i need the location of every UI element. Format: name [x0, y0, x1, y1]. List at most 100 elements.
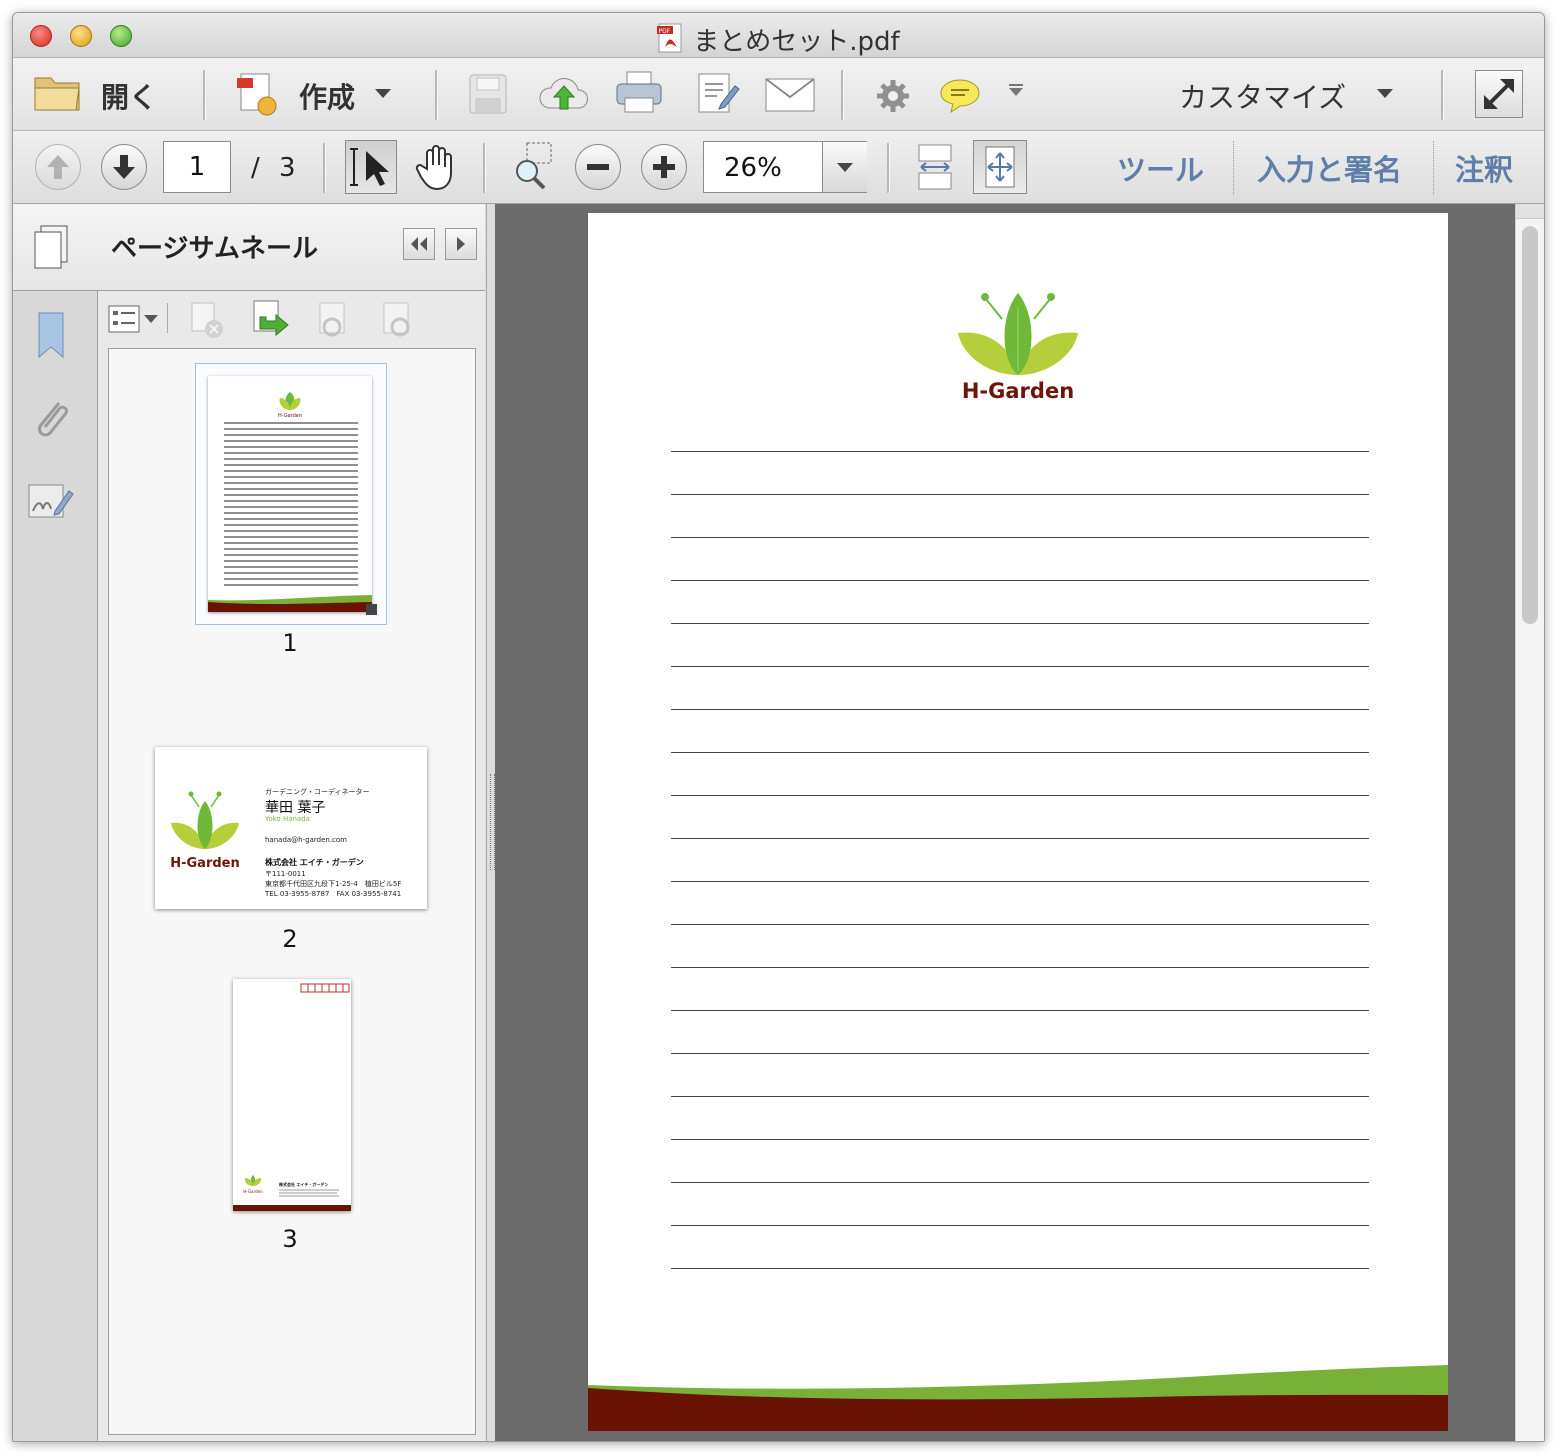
toolbar-separator: [435, 70, 438, 120]
comment-pane-button[interactable]: 注釈: [1455, 147, 1513, 189]
cloud-upload-icon[interactable]: [537, 72, 591, 120]
page-thumbnails-icon[interactable]: [33, 224, 73, 276]
writing-line: [671, 1139, 1369, 1140]
logo-text: H-Garden: [961, 379, 1075, 403]
attachment-icon[interactable]: [29, 395, 73, 447]
zoom-in-button[interactable]: [641, 144, 687, 190]
customize-button[interactable]: カスタマイズ: [1179, 76, 1346, 116]
document-page: H-Garden: [588, 213, 1448, 1431]
zoom-value: 26%: [724, 153, 782, 183]
writing-line: [671, 924, 1369, 925]
plus-icon: [653, 156, 675, 178]
svg-text:PDF: PDF: [659, 28, 671, 35]
writing-line: [671, 1268, 1369, 1269]
thumbnail-1-preview: H-Garden: [208, 392, 372, 612]
fill-sign-pane-button[interactable]: 入力と署名: [1257, 147, 1402, 189]
toolbar-more-arrow-icon[interactable]: [1009, 88, 1023, 96]
scrollbar-thumb[interactable]: [1522, 226, 1538, 624]
rotate-right-icon[interactable]: [378, 301, 418, 343]
svg-text:H-Garden: H-Garden: [278, 413, 302, 419]
create-dropdown-arrow-icon[interactable]: [375, 89, 391, 98]
writing-line: [671, 494, 1369, 495]
minus-icon: [587, 164, 609, 170]
marquee-zoom-icon[interactable]: [509, 141, 557, 193]
page-number-input[interactable]: 1: [163, 141, 231, 193]
writing-line: [671, 580, 1369, 581]
fullscreen-button[interactable]: [1475, 70, 1523, 118]
fit-page-button[interactable]: [973, 140, 1027, 194]
zoom-out-button[interactable]: [575, 144, 621, 190]
main-toolbar: 開く 作成 カスタマイズ: [13, 58, 1544, 131]
document-viewer: H-Garden: [495, 204, 1515, 1441]
double-chevron-left-icon: [411, 237, 427, 251]
fit-page-icon: [985, 146, 1015, 188]
card-email: hanada@h-garden.com: [265, 836, 347, 844]
page-separator: /: [251, 153, 260, 183]
create-button[interactable]: 作成: [299, 76, 355, 116]
writing-line: [671, 537, 1369, 538]
thumbnails-panel: H-Garden 1 H-Garden ガーデニング・コーディネーター 華田 葉…: [98, 291, 485, 1441]
delete-page-icon[interactable]: [188, 301, 228, 343]
expand-panel-button[interactable]: [445, 228, 477, 260]
edit-pdf-icon[interactable]: [695, 70, 741, 120]
save-icon[interactable]: [469, 74, 507, 118]
writing-line: [671, 795, 1369, 796]
vertical-scrollbar[interactable]: [1515, 204, 1544, 1441]
zoom-dropdown-button[interactable]: [822, 142, 867, 192]
thumbnail-page-3[interactable]: H-Garden 株式会社 エイチ・ガーデン: [233, 979, 351, 1211]
arrow-up-icon: [47, 155, 69, 179]
mail-icon[interactable]: [765, 78, 815, 116]
toolbar-more-bar: [1009, 84, 1023, 86]
toolbar-separator: [841, 70, 844, 120]
toolbar-separator: [323, 143, 326, 193]
writing-line: [671, 451, 1369, 452]
window-title: まとめセット.pdf: [693, 27, 900, 57]
toolbar-separator: [203, 70, 206, 120]
thumbnail-label-2: 2: [282, 925, 298, 953]
card-phone: TEL 03-3955-8787 FAX 03-3955-8741: [265, 890, 402, 898]
thumbnail-resize-handle[interactable]: [366, 604, 377, 615]
insert-page-icon[interactable]: [250, 299, 292, 343]
writing-line: [671, 1053, 1369, 1054]
create-pdf-icon[interactable]: [235, 72, 281, 122]
open-folder-icon[interactable]: [33, 72, 83, 116]
collapse-panel-button[interactable]: [403, 228, 435, 260]
thumbnail-page-2[interactable]: H-Garden ガーデニング・コーディネーター 華田 葉子 Yoko Hana…: [155, 747, 427, 909]
app-window: PDF まとめセット.pdf 開く 作成 カスタマイズ 1 / 3 26% ツー…: [12, 12, 1545, 1442]
comment-bubble-icon[interactable]: [939, 78, 981, 118]
panel-toolbar-separator: [167, 303, 168, 333]
toolbar-separator: [887, 143, 890, 193]
toolbar-separator: [1441, 70, 1444, 120]
open-button[interactable]: 開く: [101, 76, 157, 116]
select-tool-button[interactable]: [345, 140, 397, 194]
fit-width-icon[interactable]: [915, 143, 955, 195]
hand-tool-icon[interactable]: [415, 143, 459, 195]
customize-dropdown-arrow-icon[interactable]: [1377, 89, 1393, 98]
toolbar-separator: [483, 143, 486, 193]
print-icon[interactable]: [615, 70, 663, 120]
card-job-title: ガーデニング・コーディネーター: [265, 788, 370, 796]
thumbnail-page-1[interactable]: H-Garden: [195, 363, 387, 625]
tools-pane-button[interactable]: ツール: [1117, 147, 1204, 189]
gear-icon[interactable]: [875, 78, 911, 118]
zoom-select[interactable]: 26%: [703, 141, 867, 193]
card-company: 株式会社 エイチ・ガーデン: [265, 858, 364, 867]
thumbnail-options-icon[interactable]: [108, 305, 160, 337]
card-name: 華田 葉子: [265, 800, 326, 816]
window-title-wrap: PDF まとめセット.pdf: [13, 21, 1544, 60]
signature-icon[interactable]: [27, 481, 75, 529]
cursor-icon: [350, 148, 389, 186]
title-bar: PDF まとめセット.pdf: [13, 13, 1544, 58]
writing-line: [671, 752, 1369, 753]
next-page-button[interactable]: [101, 144, 147, 190]
writing-line: [671, 1010, 1369, 1011]
bookmark-icon[interactable]: [33, 311, 73, 363]
writing-line: [671, 666, 1369, 667]
navigation-toolbar: 1 / 3 26% ツール 入力と署名 注釈: [13, 131, 1544, 204]
previous-page-button[interactable]: [35, 144, 81, 190]
writing-line: [671, 1096, 1369, 1097]
thumbnail-label-3: 3: [282, 1225, 298, 1253]
rotate-left-icon[interactable]: [314, 301, 354, 343]
thumbnail-list: H-Garden 1 H-Garden ガーデニング・コーディネーター 華田 葉…: [108, 348, 476, 1435]
thumbnail-label-1: 1: [282, 629, 298, 657]
